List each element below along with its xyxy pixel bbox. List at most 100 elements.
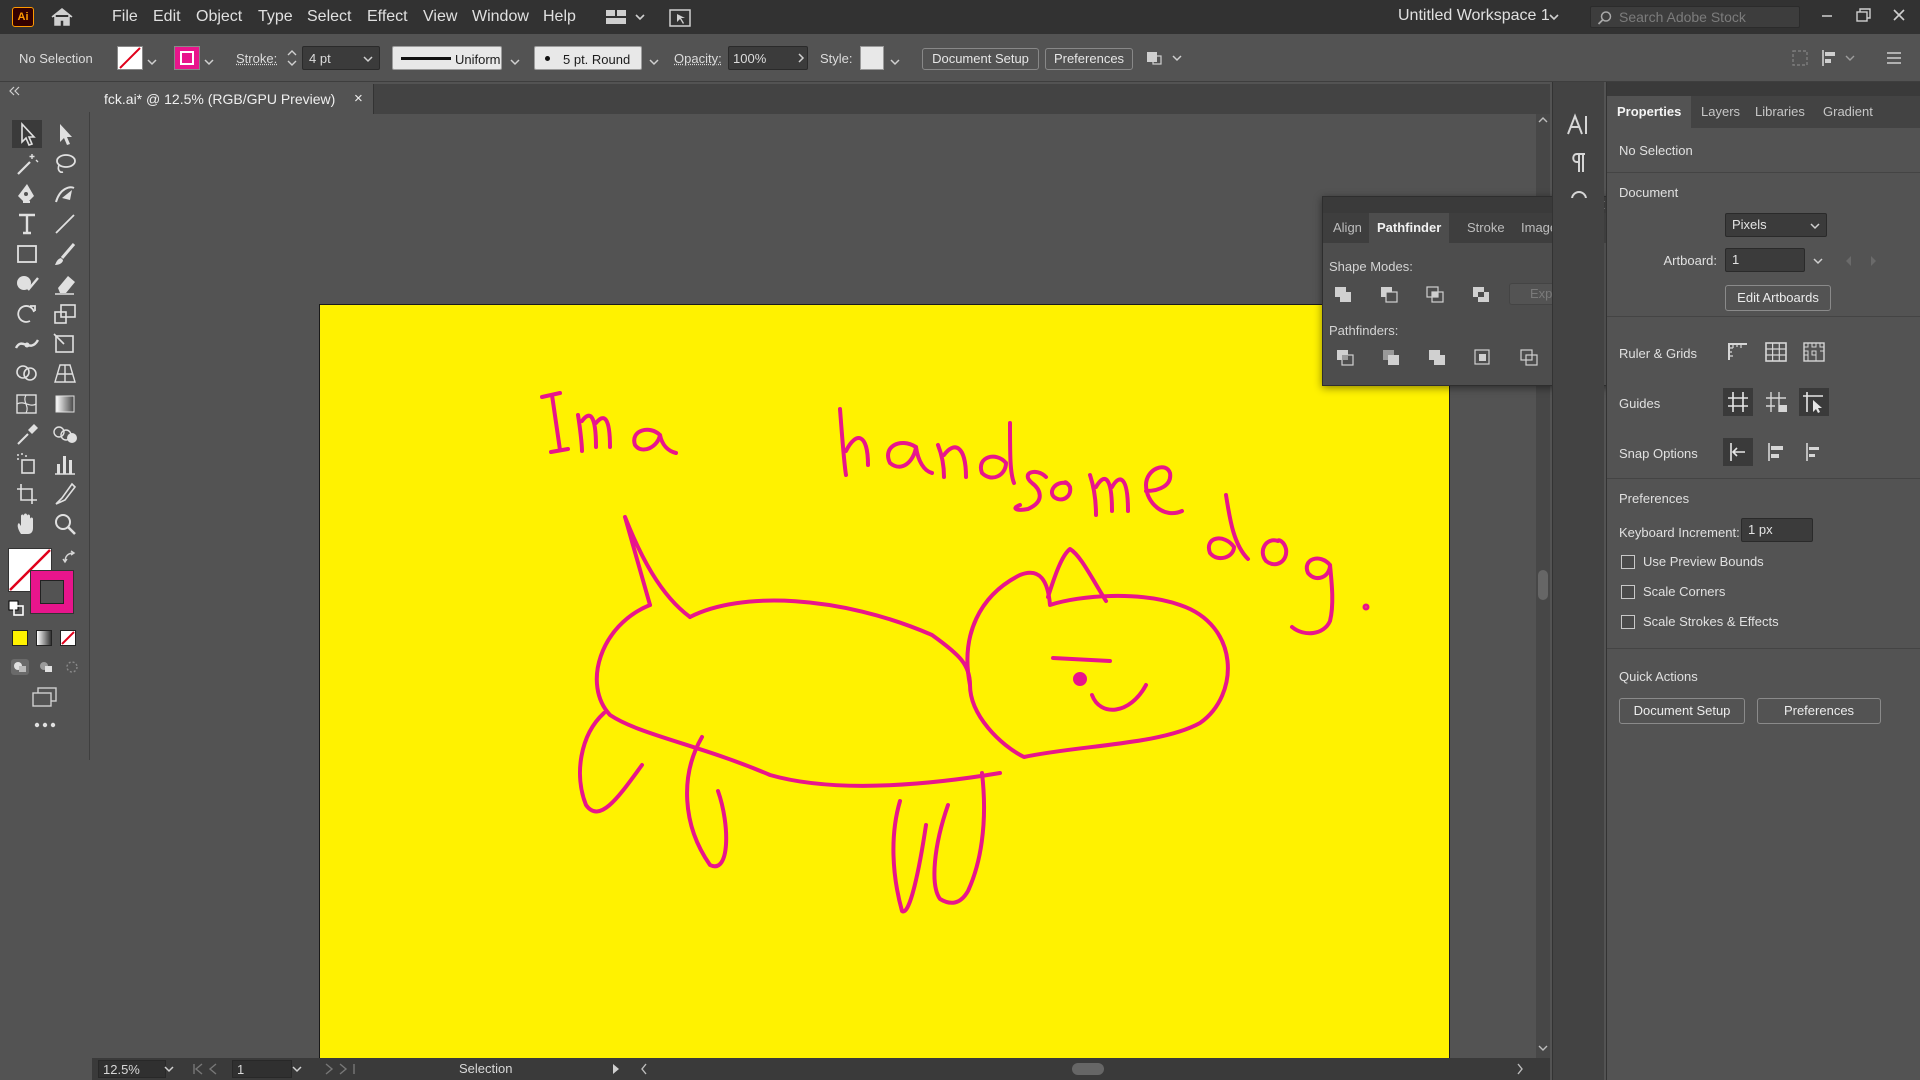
arrange-documents-icon[interactable] [668, 8, 692, 28]
symbol-sprayer-tool-icon[interactable] [12, 450, 42, 478]
mesh-tool-icon[interactable] [12, 390, 42, 418]
quick-preferences-button[interactable]: Preferences [1757, 698, 1881, 724]
menu-file[interactable]: File [112, 0, 138, 34]
smart-guides-icon[interactable] [1799, 388, 1829, 416]
pen-tool-icon[interactable] [12, 180, 42, 208]
outline-icon[interactable] [1515, 345, 1543, 371]
graphic-style-swatch[interactable] [860, 46, 884, 70]
hand-tool-icon[interactable] [12, 510, 42, 538]
menu-help[interactable]: Help [543, 0, 576, 34]
vertical-scroll-thumb[interactable] [1538, 570, 1548, 600]
fill-swatch[interactable] [117, 46, 143, 70]
crop-icon[interactable] [1469, 345, 1497, 371]
chevron-down-icon[interactable] [1548, 11, 1560, 23]
style-chevron-down-icon[interactable] [890, 54, 900, 66]
intersect-icon[interactable] [1421, 281, 1449, 307]
draw-normal-icon[interactable] [10, 658, 30, 676]
none-mode-icon[interactable] [60, 630, 76, 646]
artboard-chevron-down-icon[interactable] [1813, 257, 1823, 265]
stroke-swatch[interactable] [174, 46, 200, 70]
collapse-toolbar-icon[interactable] [8, 84, 20, 96]
workspace-layout-icon[interactable] [604, 8, 650, 26]
tab-gradient[interactable]: Gradient [1813, 96, 1883, 128]
stroke-profile-select[interactable]: Uniform [392, 46, 502, 70]
use-preview-bounds-checkbox[interactable] [1621, 555, 1635, 569]
default-fill-stroke-icon[interactable] [8, 600, 24, 616]
gradient-mode-icon[interactable] [36, 630, 52, 646]
draw-behind-icon[interactable] [36, 658, 56, 676]
line-segment-tool-icon[interactable] [50, 210, 80, 238]
close-tab-icon[interactable]: × [354, 90, 363, 107]
artboard-chevron-down-icon[interactable] [292, 1065, 302, 1073]
units-select[interactable]: Pixels [1725, 213, 1827, 237]
menu-select[interactable]: Select [307, 0, 351, 34]
lock-guides-icon[interactable] [1761, 388, 1791, 416]
zoom-chevron-down-icon[interactable] [164, 1065, 174, 1073]
artboard-number-field[interactable]: 1 [232, 1060, 292, 1078]
free-transform-tool-icon[interactable] [50, 330, 80, 358]
minus-front-icon[interactable] [1375, 281, 1403, 307]
selection-tool-icon[interactable] [12, 120, 42, 148]
first-prev-artboard-icon[interactable] [192, 1063, 232, 1075]
scroll-down-icon[interactable] [1538, 1044, 1548, 1052]
shaper-tool-icon[interactable] [12, 270, 42, 298]
column-graph-tool-icon[interactable] [50, 450, 80, 478]
workspace-name[interactable]: Untitled Workspace 1 [1398, 0, 1550, 34]
stock-search-box[interactable] [1590, 6, 1800, 28]
curvature-tool-icon[interactable] [50, 180, 80, 208]
width-tool-icon[interactable] [12, 330, 42, 358]
stroke-color-swatch[interactable] [30, 570, 74, 614]
previous-artboard-icon[interactable] [1845, 255, 1853, 267]
gradient-tool-icon[interactable] [50, 390, 80, 418]
scale-corners-checkbox[interactable] [1621, 585, 1635, 599]
scroll-up-icon[interactable] [1538, 116, 1548, 124]
menu-effect[interactable]: Effect [367, 0, 408, 34]
fill-chevron-down-icon[interactable] [147, 54, 157, 66]
ruler-icon[interactable] [1723, 338, 1753, 366]
perspective-grid-tool-icon[interactable] [50, 360, 80, 388]
divide-icon[interactable] [1331, 345, 1359, 371]
brush-select[interactable]: 5 pt. Round [534, 46, 642, 70]
document-setup-button[interactable]: Document Setup [922, 48, 1039, 70]
restore-icon[interactable] [1850, 4, 1876, 28]
horizontal-scroll-thumb[interactable] [1072, 1063, 1104, 1075]
rectangle-tool-icon[interactable] [12, 240, 42, 268]
transparency-grid-icon[interactable] [1799, 338, 1829, 366]
next-last-artboard-icon[interactable] [316, 1063, 356, 1075]
opentype-panel-icon[interactable] [1565, 186, 1593, 198]
stroke-stepper-icon[interactable] [286, 48, 298, 68]
status-menu-icon[interactable] [612, 1063, 620, 1075]
home-icon[interactable] [50, 7, 74, 27]
stroke-chevron-down-icon[interactable] [204, 54, 214, 66]
tab-pathfinder[interactable]: Pathfinder [1369, 213, 1450, 243]
panel-menu-icon[interactable] [1884, 48, 1904, 68]
snap-to-point-icon[interactable] [1723, 438, 1753, 466]
grid-icon[interactable] [1761, 338, 1791, 366]
tab-stroke[interactable]: Stroke [1459, 213, 1513, 243]
color-mode-icon[interactable] [12, 630, 28, 646]
edit-artboards-button[interactable]: Edit Artboards [1725, 285, 1831, 311]
canvas[interactable] [92, 114, 1536, 1080]
brush-chevron-down-icon[interactable] [649, 54, 659, 66]
scale-tool-icon[interactable] [50, 300, 80, 328]
swap-fill-stroke-icon[interactable] [62, 550, 78, 566]
rotate-tool-icon[interactable] [12, 300, 42, 328]
unite-icon[interactable] [1329, 281, 1357, 307]
scale-strokes-effects-checkbox[interactable] [1621, 615, 1635, 629]
keyboard-increment-field[interactable]: 1 px [1741, 518, 1813, 542]
exclude-icon[interactable] [1467, 281, 1495, 307]
screen-mode-icon[interactable] [30, 686, 60, 708]
artboard[interactable] [319, 304, 1450, 1080]
align-icon[interactable] [1820, 48, 1860, 68]
next-artboard-icon[interactable] [1869, 255, 1877, 267]
scroll-left-icon[interactable] [640, 1063, 648, 1075]
menu-window[interactable]: Window [472, 0, 529, 34]
arrange-objects-icon[interactable] [1145, 48, 1185, 68]
tab-libraries[interactable]: Libraries [1745, 96, 1815, 128]
trim-icon[interactable] [1377, 345, 1405, 371]
stroke-label[interactable]: Stroke: [236, 51, 277, 66]
menu-edit[interactable]: Edit [153, 0, 181, 34]
tab-layers[interactable]: Layers [1691, 96, 1750, 128]
quick-document-setup-button[interactable]: Document Setup [1619, 698, 1745, 724]
zoom-tool-icon[interactable] [50, 510, 80, 538]
